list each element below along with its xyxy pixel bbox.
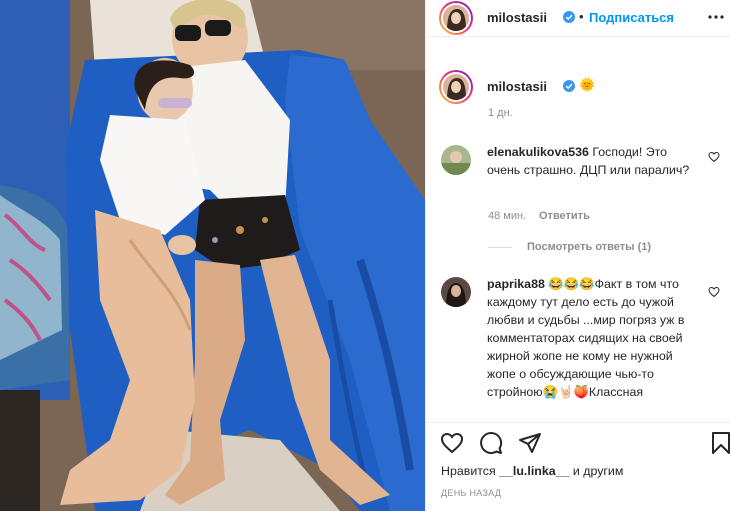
share-plane-icon[interactable] <box>518 431 542 455</box>
comment-time: 48 мин. <box>488 210 527 222</box>
verified-badge-icon <box>563 11 575 23</box>
post-photo[interactable] <box>0 0 425 511</box>
reply-button[interactable]: Ответить <box>539 210 590 222</box>
comment-like-heart-icon[interactable] <box>708 286 720 298</box>
comment-text: 😂😂😂Факт в том что каждому тут дело есть … <box>487 277 685 399</box>
verified-badge-icon <box>563 80 575 92</box>
caption-avatar[interactable] <box>439 70 473 104</box>
save-bookmark-icon[interactable] <box>709 431 730 455</box>
replies-divider <box>488 247 512 248</box>
comment-username[interactable]: elenakulikova536 <box>487 145 589 159</box>
likes-summary: Нравится __lu.linka__ и другим <box>441 464 623 478</box>
header-username[interactable]: milostasii <box>487 10 547 25</box>
avatar-photo <box>443 74 469 100</box>
post-image-illustration <box>0 0 425 511</box>
post-header: milostasii • Подписаться <box>426 0 730 37</box>
likes-prefix: Нравится <box>441 464 496 478</box>
header-separator: • <box>579 9 584 24</box>
comment-body: elenakulikova536 Господи! Это очень стра… <box>487 143 697 179</box>
follow-button[interactable]: Подписаться <box>589 10 674 25</box>
caption-time: 1 дн. <box>488 107 513 119</box>
post-actions: Нравится __lu.linka__ и другим ДЕНЬ НАЗА… <box>426 422 730 512</box>
comment-avatar[interactable] <box>441 277 471 307</box>
view-replies-button[interactable]: Посмотреть ответы (1) <box>527 241 651 253</box>
caption-emoji: 🌞 <box>579 77 596 92</box>
more-options-icon[interactable] <box>708 14 724 20</box>
comment-bubble-icon[interactable] <box>479 431 503 455</box>
like-heart-icon[interactable] <box>440 431 464 455</box>
post-side-panel: milostasii • Подписаться milostasii 🌞 1 … <box>425 0 730 511</box>
comment-body: paprika88 😂😂😂Факт в том что каждому тут … <box>487 275 697 401</box>
comment-username[interactable]: paprika88 <box>487 277 545 291</box>
likes-suffix[interactable]: и другим <box>573 464 624 478</box>
post-date[interactable]: ДЕНЬ НАЗАД <box>441 488 501 498</box>
comment-like-heart-icon[interactable] <box>708 151 720 163</box>
header-avatar[interactable] <box>439 1 473 35</box>
comment-avatar[interactable] <box>441 145 471 175</box>
caption-username[interactable]: milostasii <box>487 79 547 94</box>
likes-user[interactable]: __lu.linka__ <box>499 464 569 478</box>
avatar-photo <box>443 5 469 31</box>
